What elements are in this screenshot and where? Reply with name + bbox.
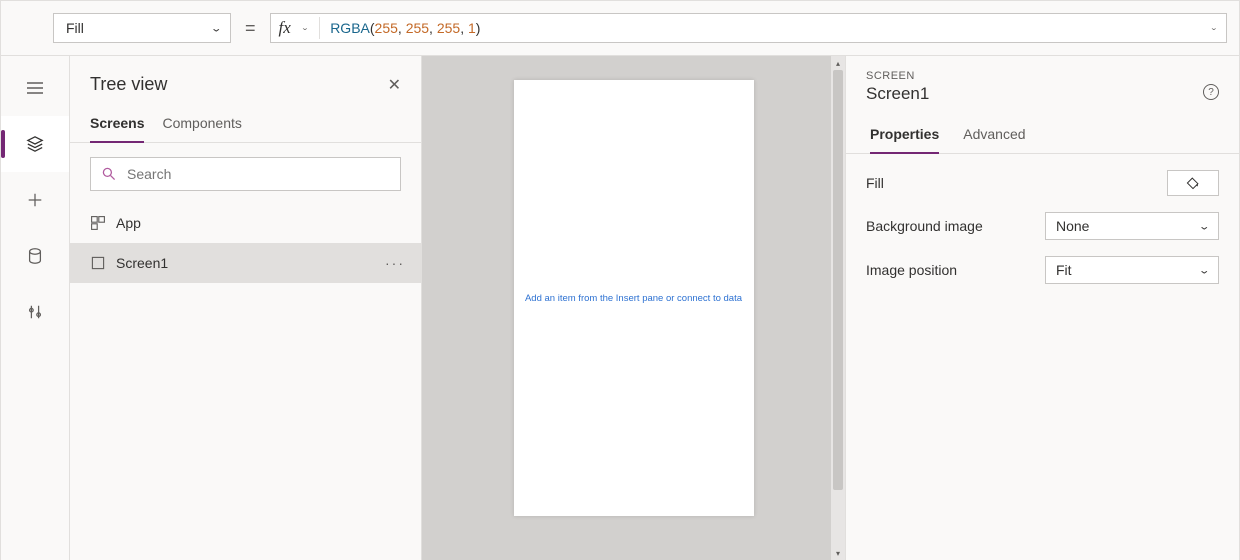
rail-data-icon[interactable] xyxy=(1,228,69,284)
properties-tabs: Properties Advanced xyxy=(846,110,1239,154)
more-icon[interactable]: ··· xyxy=(385,255,405,271)
tree-view-title: Tree view xyxy=(90,74,167,95)
image-position-select[interactable]: Fit ⌄ xyxy=(1045,256,1219,284)
prop-label: Fill xyxy=(866,175,884,191)
canvas-area: Add an item from the Insert pane or conn… xyxy=(422,56,846,560)
tab-properties[interactable]: Properties xyxy=(870,120,939,154)
tree-view-tabs: Screens Components xyxy=(70,101,421,143)
formula-input[interactable]: fx ⌄ RGBA(255, 255, 255, 1) ⌄ xyxy=(270,13,1227,43)
chevron-down-icon: ⌄ xyxy=(1198,220,1210,232)
tab-screens[interactable]: Screens xyxy=(90,109,144,143)
equals-sign: = xyxy=(241,18,260,39)
formula-fn: RGBA xyxy=(330,20,370,36)
formula-text: RGBA(255, 255, 255, 1) xyxy=(330,20,480,37)
fx-icon: fx xyxy=(279,18,291,38)
tab-advanced[interactable]: Advanced xyxy=(963,120,1025,153)
chevron-down-icon: ⌄ xyxy=(210,22,222,34)
expand-formula-icon[interactable]: ⌄ xyxy=(1210,24,1218,32)
formula-bar: Fill ⌄ = fx ⌄ RGBA(255, 255, 255, 1) ⌄ xyxy=(0,0,1240,56)
property-dropdown-label: Fill xyxy=(66,20,84,36)
rail-insert-icon[interactable] xyxy=(1,172,69,228)
help-icon[interactable]: ? xyxy=(1203,84,1219,100)
properties-category: SCREEN xyxy=(866,70,1219,82)
tree-item-screen1[interactable]: Screen1 ··· xyxy=(70,243,421,283)
rail-menu-icon[interactable] xyxy=(1,60,69,116)
select-value: Fit xyxy=(1056,262,1072,278)
chevron-down-icon[interactable]: ⌄ xyxy=(301,24,309,32)
workspace: Tree view ✕ Screens Components App Scree… xyxy=(0,56,1240,560)
search-field[interactable] xyxy=(127,166,390,182)
scroll-up-arrow[interactable]: ▴ xyxy=(831,56,845,70)
tree-item-label: Screen1 xyxy=(116,255,168,271)
rail-treeview-icon[interactable] xyxy=(1,116,69,172)
app-icon xyxy=(90,215,106,231)
scroll-down-arrow[interactable]: ▾ xyxy=(831,546,845,560)
tree-list: App Screen1 ··· xyxy=(70,203,421,283)
left-rail xyxy=(0,56,70,560)
properties-panel: SCREEN Screen1 ? Properties Advanced Fil… xyxy=(846,56,1240,560)
chevron-down-icon: ⌄ xyxy=(1198,264,1210,276)
close-icon[interactable]: ✕ xyxy=(388,75,401,95)
screen-icon xyxy=(90,255,106,271)
vertical-scrollbar[interactable]: ▴ ▾ xyxy=(831,56,845,560)
prop-label: Background image xyxy=(866,218,983,234)
paint-bucket-icon xyxy=(1186,176,1200,190)
property-dropdown[interactable]: Fill ⌄ xyxy=(53,13,231,43)
search-input[interactable] xyxy=(90,157,401,191)
tree-item-label: App xyxy=(116,215,141,231)
fill-color-button[interactable] xyxy=(1167,170,1219,196)
prop-label: Image position xyxy=(866,262,957,278)
divider xyxy=(319,17,320,39)
background-image-select[interactable]: None ⌄ xyxy=(1045,212,1219,240)
tree-view-panel: Tree view ✕ Screens Components App Scree… xyxy=(70,56,422,560)
search-icon xyxy=(101,166,117,182)
prop-row-background-image: Background image None ⌄ xyxy=(866,212,1219,240)
tab-components[interactable]: Components xyxy=(162,109,241,142)
prop-row-fill: Fill xyxy=(866,170,1219,196)
tree-item-app[interactable]: App xyxy=(70,203,421,243)
prop-row-image-position: Image position Fit ⌄ xyxy=(866,256,1219,284)
screen-canvas[interactable]: Add an item from the Insert pane or conn… xyxy=(514,80,754,516)
rail-tools-icon[interactable] xyxy=(1,284,69,340)
select-value: None xyxy=(1056,218,1089,234)
properties-subject: Screen1 xyxy=(866,84,1219,104)
canvas-hint: Add an item from the Insert pane or conn… xyxy=(525,293,742,304)
scrollbar-thumb[interactable] xyxy=(833,70,843,490)
